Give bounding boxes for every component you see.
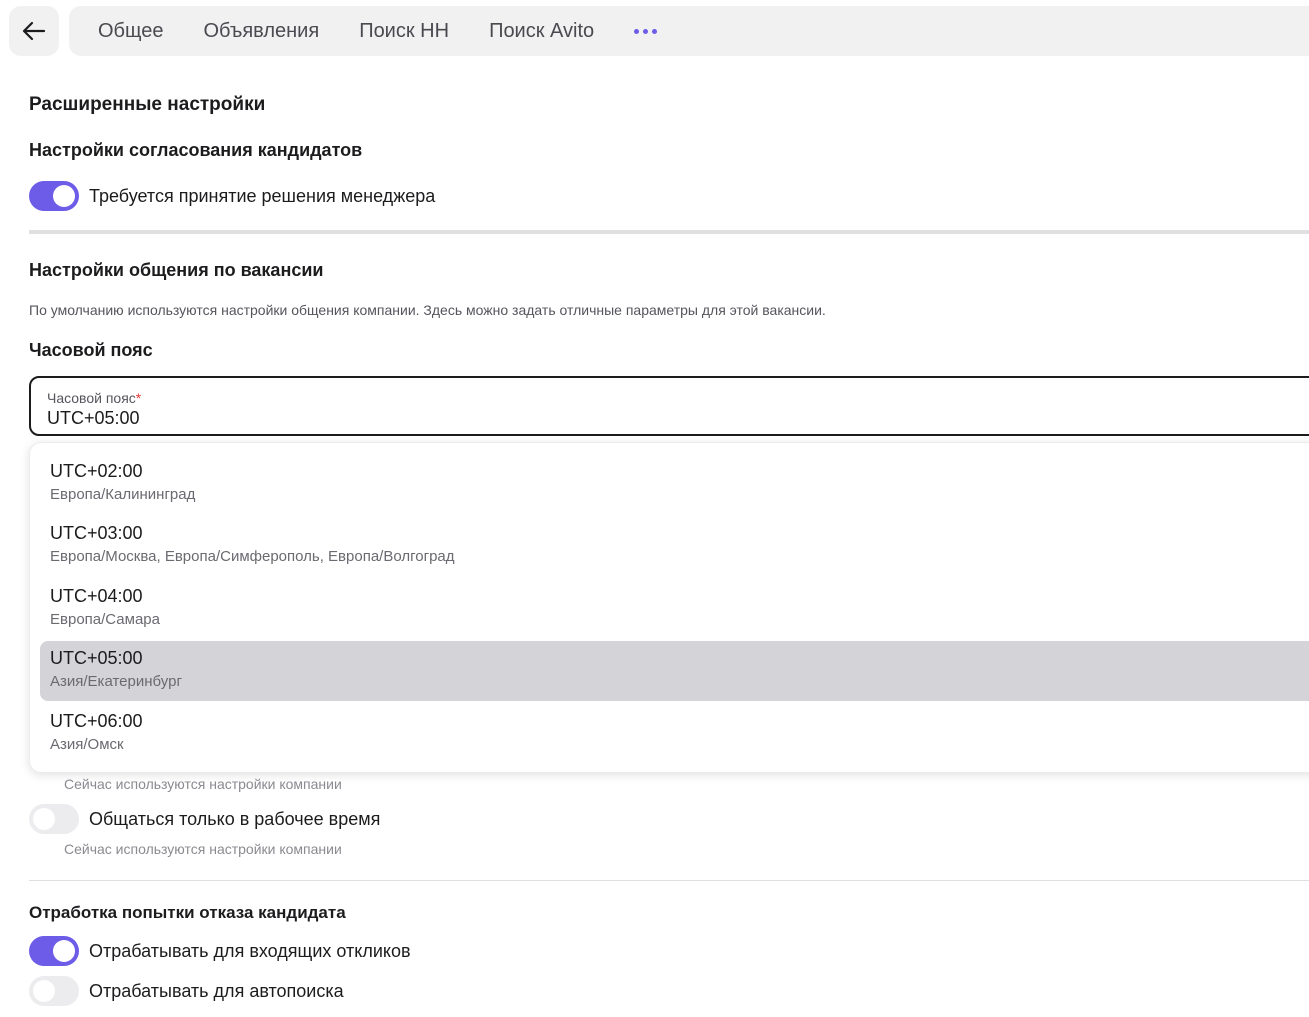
work-hours-label: Общаться только в рабочее время: [89, 809, 381, 829]
communication-description: По умолчанию используются настройки обще…: [29, 302, 826, 318]
back-button[interactable]: [9, 6, 59, 56]
tab-general[interactable]: Общее: [98, 20, 164, 43]
tabs-bar: Общее Объявления Поиск HH Поиск Avito: [69, 6, 1309, 56]
timezone-dropdown: UTC+02:00 Европа/Калининград UTC+03:00 Е…: [29, 442, 1309, 773]
option-offset: UTC+02:00: [50, 461, 143, 481]
option-zones: Азия/Екатеринбург: [50, 673, 182, 690]
option-offset: UTC+03:00: [50, 523, 143, 543]
settings-page: Общее Объявления Поиск HH Поиск Avito Ра…: [0, 0, 1309, 1017]
incoming-responses-toggle[interactable]: [29, 936, 79, 966]
timezone-field-label: Часовой пояс*: [47, 390, 141, 406]
timezone-option[interactable]: UTC+03:00 Европа/Москва, Европа/Симфероп…: [40, 516, 1309, 576]
advanced-settings-title: Расширенные настройки: [29, 94, 266, 115]
option-zones: Азия/Омск: [50, 736, 124, 753]
toggle-knob: [33, 980, 55, 1002]
timezone-select[interactable]: Часовой пояс* UTC+05:00: [29, 376, 1309, 436]
required-mark: *: [135, 390, 142, 406]
section-divider: [29, 880, 1309, 881]
toggle-knob: [53, 185, 75, 207]
communication-settings-title: Настройки общения по вакансии: [29, 260, 324, 280]
tab-ads[interactable]: Объявления: [204, 20, 320, 43]
toggle-knob: [53, 940, 75, 962]
rejection-handling-title: Отработка попытки отказа кандидата: [29, 903, 346, 922]
section-divider: [29, 230, 1309, 234]
timezone-option[interactable]: UTC+06:00 Азия/Омск: [40, 704, 1309, 764]
company-settings-hint: Сейчас используются настройки компании: [64, 776, 342, 792]
timezone-option[interactable]: UTC+04:00 Европа/Самара: [40, 579, 1309, 639]
more-horizontal-icon[interactable]: [630, 25, 661, 38]
option-zones: Европа/Москва, Европа/Симферополь, Европ…: [50, 548, 455, 565]
work-hours-toggle[interactable]: [29, 804, 79, 834]
manager-decision-toggle[interactable]: [29, 181, 79, 211]
timezone-heading: Часовой пояс: [29, 340, 153, 360]
approval-settings-title: Настройки согласования кандидатов: [29, 140, 363, 160]
autosearch-label: Отрабатывать для автопоиска: [89, 981, 344, 1001]
tab-search-hh[interactable]: Поиск HH: [359, 20, 449, 43]
option-zones: Европа/Самара: [50, 611, 160, 628]
toggle-knob: [33, 808, 55, 830]
option-offset: UTC+04:00: [50, 586, 143, 606]
option-offset: UTC+05:00: [50, 648, 143, 668]
option-zones: Европа/Калининград: [50, 486, 196, 503]
incoming-responses-label: Отрабатывать для входящих откликов: [89, 941, 411, 961]
company-settings-hint: Сейчас используются настройки компании: [64, 841, 342, 857]
arrow-left-icon: [22, 21, 46, 41]
timezone-label-text: Часовой пояс: [47, 390, 136, 406]
manager-decision-label: Требуется принятие решения менеджера: [89, 186, 436, 206]
autosearch-toggle[interactable]: [29, 976, 79, 1006]
option-offset: UTC+06:00: [50, 711, 143, 731]
timezone-selected-value: UTC+05:00: [47, 408, 140, 428]
tab-search-avito[interactable]: Поиск Avito: [489, 20, 594, 43]
timezone-option[interactable]: UTC+02:00 Европа/Калининград: [40, 454, 1309, 514]
timezone-option-selected[interactable]: UTC+05:00 Азия/Екатеринбург: [40, 641, 1309, 701]
